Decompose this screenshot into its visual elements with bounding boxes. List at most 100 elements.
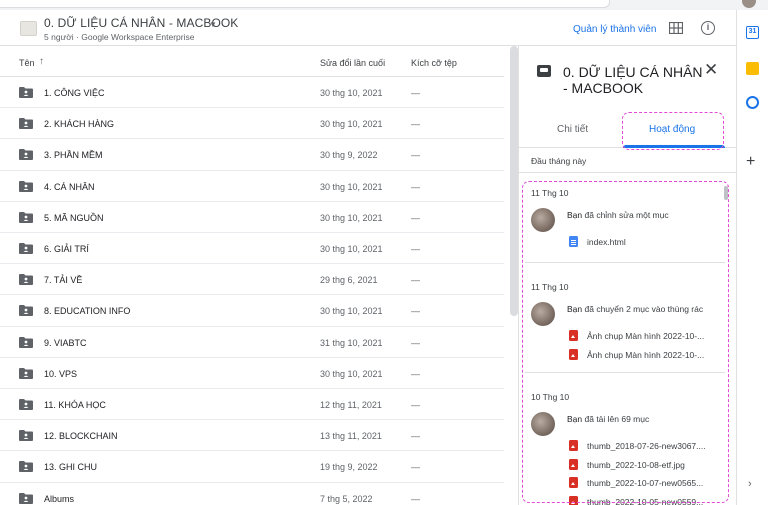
file-size: —: [411, 275, 420, 286]
file-size: —: [411, 212, 420, 223]
file-modified: 7 thg 5, 2022: [320, 493, 373, 504]
table-row[interactable]: 6. GIẢI TRÍ 30 thg 10, 2021 —: [0, 233, 504, 265]
file-name[interactable]: 9. VIABTC: [44, 338, 87, 348]
file-modified: 30 thg 10, 2021: [320, 306, 383, 317]
shared-folder-icon: [19, 118, 33, 130]
details-panel: 0. DỮ LIỆU CÁ NHÂN - MACBOOK ✕ Chi tiết …: [518, 46, 737, 505]
file-modified: 30 thg 10, 2021: [320, 181, 383, 192]
chevron-down-icon[interactable]: ▼: [209, 20, 217, 29]
file-size: —: [411, 493, 420, 504]
file-name[interactable]: 12. BLOCKCHAIN: [44, 431, 118, 441]
file-name[interactable]: 6. GIẢI TRÍ: [44, 244, 89, 254]
shared-folder-icon: [19, 336, 33, 348]
manage-members-link[interactable]: Quản lý thành viên: [573, 24, 656, 35]
table-row[interactable]: 7. TẢI VỀ 29 thg 6, 2021 —: [0, 264, 504, 296]
tasks-icon[interactable]: [746, 96, 759, 109]
file-modified: 30 thg 10, 2021: [320, 88, 383, 98]
list-header: Tên ↑ Sửa đổi lần cuối Kích cỡ tệp: [0, 46, 504, 77]
table-row[interactable]: 11. KHÓA HỌC 12 thg 11, 2021 —: [0, 389, 504, 421]
file-modified: 12 thg 11, 2021: [320, 400, 382, 410]
file-name[interactable]: 8. EDUCATION INFO: [44, 306, 130, 316]
file-size: —: [411, 368, 420, 379]
file-modified: 30 thg 9, 2022: [320, 150, 378, 161]
file-size: —: [411, 244, 420, 254]
file-size: —: [411, 181, 420, 192]
table-row[interactable]: 1. CÔNG VIỆC 30 thg 10, 2021 —: [0, 77, 504, 109]
file-name[interactable]: 13. GHI CHU: [44, 462, 97, 472]
column-name[interactable]: Tên: [19, 58, 35, 68]
browser-top-strip: [0, 0, 768, 10]
close-icon[interactable]: ✕: [704, 60, 718, 80]
file-modified: 13 thg 11, 2021: [320, 431, 382, 442]
file-name[interactable]: 11. KHÓA HỌC: [44, 400, 106, 410]
table-row[interactable]: 5. MÃ NGUỒN 30 thg 10, 2021 —: [0, 202, 504, 233]
info-icon[interactable]: i: [701, 21, 715, 35]
table-row[interactable]: 12. BLOCKCHAIN 13 thg 11, 2021 —: [0, 420, 504, 452]
shared-folder-icon: [19, 180, 33, 192]
shared-folder-icon: [19, 367, 33, 379]
file-name[interactable]: 2. KHÁCH HÀNG: [44, 119, 114, 129]
grid-view-icon[interactable]: [669, 22, 683, 34]
table-row[interactable]: 10. VPS 30 thg 10, 2021 —: [0, 358, 504, 389]
file-modified: 30 thg 10, 2021: [320, 119, 383, 130]
column-size[interactable]: Kích cỡ tệp: [411, 58, 457, 68]
highlight-box-activity: [522, 181, 729, 503]
tab-strip: [0, 0, 610, 8]
file-size: —: [411, 337, 420, 348]
table-row[interactable]: Albums 7 thg 5, 2022 —: [0, 483, 504, 505]
shared-folder-icon: [19, 492, 33, 504]
list-scrollbar[interactable]: [510, 46, 518, 316]
calendar-icon[interactable]: 31: [746, 26, 759, 39]
page-subtitle: 5 người · Google Workspace Enterprise: [44, 32, 195, 42]
shared-drive-icon: [537, 65, 551, 77]
file-size: —: [411, 88, 420, 98]
file-modified: 30 thg 10, 2021: [320, 244, 383, 254]
table-row[interactable]: 8. EDUCATION INFO 30 thg 10, 2021 —: [0, 295, 504, 327]
shared-folder-icon: [19, 461, 33, 473]
file-size: —: [411, 306, 420, 317]
tab-details[interactable]: Chi tiết: [557, 124, 588, 135]
shared-folder-icon: [19, 243, 33, 254]
column-modified[interactable]: Sửa đổi lần cuối: [320, 58, 385, 68]
shared-folder-icon: [19, 211, 33, 223]
keep-icon[interactable]: [746, 62, 759, 75]
table-row[interactable]: 4. CÁ NHÂN 30 thg 10, 2021 —: [0, 171, 504, 202]
file-name[interactable]: 5. MÃ NGUỒN: [44, 213, 104, 223]
file-modified: 31 thg 10, 2021: [320, 337, 383, 348]
highlight-box-tab: [622, 112, 724, 150]
plus-icon[interactable]: +: [746, 153, 755, 171]
file-size: —: [411, 119, 420, 130]
file-modified: 19 thg 9, 2022: [320, 462, 378, 473]
shared-folder-icon: [19, 430, 33, 442]
file-name[interactable]: 3. PHẦN MỀM: [44, 150, 103, 160]
file-modified: 30 thg 10, 2021: [320, 212, 383, 223]
panel-title: 0. DỮ LIỆU CÁ NHÂN - MACBOOK: [563, 64, 703, 96]
file-name[interactable]: 4. CÁ NHÂN: [44, 182, 95, 192]
shared-drive-thumbnail: [20, 21, 37, 36]
shared-folder-icon: [19, 149, 33, 161]
file-size: —: [411, 150, 420, 161]
file-size: —: [411, 462, 420, 473]
file-name[interactable]: 7. TẢI VỀ: [44, 275, 82, 285]
arrow-up-icon[interactable]: ↑: [39, 56, 44, 67]
file-name[interactable]: 1. CÔNG VIỆC: [44, 88, 105, 98]
file-modified: 30 thg 10, 2021: [320, 368, 383, 379]
table-row[interactable]: 13. GHI CHU 19 thg 9, 2022 —: [0, 451, 504, 483]
file-size: —: [411, 400, 420, 410]
shared-folder-icon: [19, 399, 33, 410]
table-row[interactable]: 2. KHÁCH HÀNG 30 thg 10, 2021 —: [0, 108, 504, 140]
avatar[interactable]: [742, 0, 756, 8]
file-modified: 29 thg 6, 2021: [320, 275, 378, 286]
shared-folder-icon: [19, 305, 33, 317]
table-row[interactable]: 9. VIABTC 31 thg 10, 2021 —: [0, 327, 504, 358]
panel-scrollbar[interactable]: [724, 186, 728, 200]
drive-header: 0. DỮ LIỆU CÁ NHÂN - MACBOOK ▼ 5 người ·…: [0, 10, 736, 46]
shared-folder-icon: [19, 87, 33, 98]
file-name[interactable]: 10. VPS: [44, 369, 77, 379]
table-row[interactable]: 3. PHẦN MỀM 30 thg 9, 2022 —: [0, 139, 504, 171]
file-list: Tên ↑ Sửa đổi lần cuối Kích cỡ tệp 1. CÔ…: [0, 46, 510, 505]
side-rail: 31 + ›: [736, 10, 768, 505]
divider: [519, 172, 737, 173]
file-name[interactable]: Albums: [44, 494, 74, 504]
chevron-right-icon[interactable]: ›: [748, 478, 752, 490]
